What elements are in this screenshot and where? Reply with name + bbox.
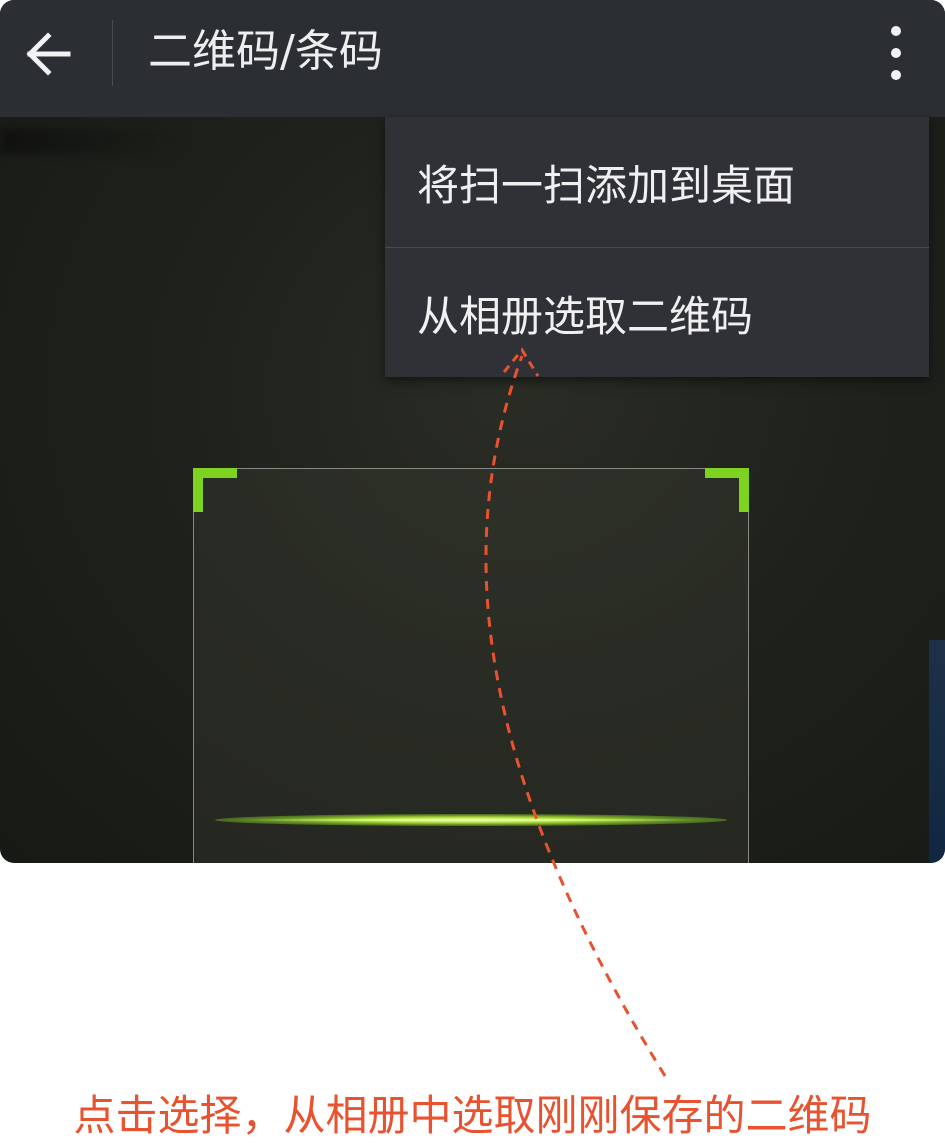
annotation-arrow bbox=[484, 347, 667, 1077]
annotation-caption: 点击选择，从相册中选取刚刚保存的二维码 bbox=[73, 1091, 872, 1140]
